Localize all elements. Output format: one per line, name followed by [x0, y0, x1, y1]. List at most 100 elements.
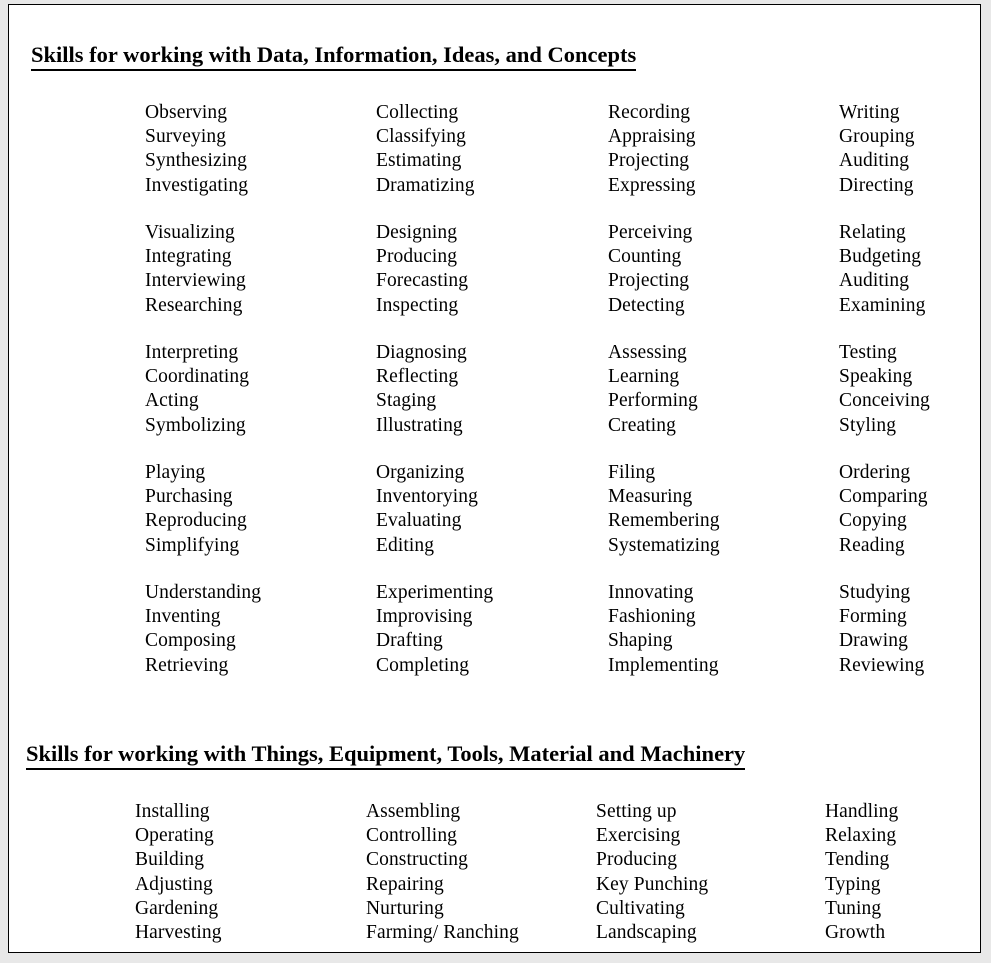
skill-item: Landscaping — [596, 922, 697, 944]
skill-item: Implementing — [608, 654, 719, 676]
skill-item: Expressing — [608, 174, 696, 196]
skill-item: Typing — [825, 873, 881, 895]
skill-item: Inventing — [145, 606, 221, 628]
skill-item: Comparing — [839, 486, 928, 508]
skill-group: Playing Purchasing Reproducing Simplifyi… — [145, 461, 928, 558]
skill-item: Recording — [608, 102, 691, 123]
skill-column: Observing Surveying Synthesizing Investi… — [145, 101, 376, 198]
skill-item: Relating — [839, 222, 906, 243]
skill-item: Coordinating — [145, 366, 250, 388]
skill-item: Auditing — [839, 270, 910, 292]
skill-column: Collecting Classifying Estimating Dramat… — [376, 101, 608, 198]
skill-item: Creating — [608, 414, 676, 436]
skill-item: Dramatizing — [376, 174, 475, 196]
skill-item: Relaxing — [825, 825, 897, 847]
skill-column: Ordering Comparing Copying Reading — [839, 461, 928, 558]
skill-item: Filing — [608, 462, 656, 483]
skill-item: Examining — [839, 294, 926, 316]
skill-item: Assembling — [366, 801, 461, 822]
skill-column: Interpreting Coordinating Acting Symboli… — [145, 341, 376, 438]
skill-column: Innovating Fashioning Shaping Implementi… — [608, 581, 839, 678]
skill-item: Speaking — [839, 366, 913, 388]
skill-column: Testing Speaking Conceiving Styling — [839, 341, 930, 438]
skill-item: Harvesting — [135, 922, 222, 944]
skill-item: Fashioning — [608, 606, 696, 628]
skill-item: Styling — [839, 414, 897, 436]
skill-item: Reading — [839, 534, 905, 556]
skill-column: Experimenting Improvising Drafting Compl… — [376, 581, 608, 678]
skill-item: Purchasing — [145, 486, 233, 508]
skill-item: Projecting — [608, 270, 690, 292]
skill-group: Visualizing Integrating Interviewing Res… — [145, 221, 925, 318]
skill-item: Tending — [825, 849, 890, 871]
skill-item: Learning — [608, 366, 680, 388]
skill-item: Completing — [376, 654, 470, 676]
skill-item: Building — [135, 849, 205, 871]
skill-item: Producing — [596, 849, 678, 871]
skill-item: Assessing — [608, 342, 687, 363]
skill-item: Visualizing — [145, 222, 235, 243]
skill-item: Organizing — [376, 462, 465, 483]
skill-item: Estimating — [376, 150, 462, 172]
skill-item: Exercising — [596, 825, 681, 847]
skill-item: Repairing — [366, 873, 444, 895]
skill-item: Auditing — [839, 150, 910, 172]
document-page: Skills for working with Data, Informatio… — [8, 4, 981, 953]
skill-item: Designing — [376, 222, 458, 243]
skill-item: Acting — [145, 390, 199, 412]
skill-item: Interviewing — [145, 270, 246, 292]
skill-item: Understanding — [145, 582, 262, 603]
skill-item: Forecasting — [376, 270, 469, 292]
skill-item: Performing — [608, 390, 698, 412]
skill-item: Diagnosing — [376, 342, 467, 363]
skill-item: Nurturing — [366, 897, 444, 919]
skill-column: Recording Appraising Projecting Expressi… — [608, 101, 839, 198]
skill-item: Synthesizing — [145, 150, 247, 172]
skill-item: Operating — [135, 825, 214, 847]
skill-item: Conceiving — [839, 390, 930, 412]
skill-item: Controlling — [366, 825, 458, 847]
skill-item: Adjusting — [135, 873, 213, 895]
skill-item: Illustrating — [376, 414, 463, 436]
skill-item: Inventorying — [376, 486, 478, 508]
skill-group: Observing Surveying Synthesizing Investi… — [145, 101, 915, 198]
skill-item: Appraising — [608, 126, 696, 148]
skill-column: Assessing Learning Performing Creating — [608, 341, 839, 438]
skill-item: Classifying — [376, 126, 466, 148]
skill-item: Experimenting — [376, 582, 494, 603]
skill-item: Key Punching — [596, 873, 709, 895]
skill-column: Playing Purchasing Reproducing Simplifyi… — [145, 461, 376, 558]
skill-column: Writing Grouping Auditing Directing — [839, 101, 915, 198]
skill-column: Designing Producing Forecasting Inspecti… — [376, 221, 608, 318]
skill-group: Understanding Inventing Composing Retrie… — [145, 581, 924, 678]
skill-column: Studying Forming Drawing Reviewing — [839, 581, 924, 678]
skill-item: Producing — [376, 246, 458, 268]
section-heading-things: Skills for working with Things, Equipmen… — [26, 741, 746, 770]
skill-column: Organizing Inventorying Evaluating Editi… — [376, 461, 608, 558]
skill-column: Visualizing Integrating Interviewing Res… — [145, 221, 376, 318]
skill-column: Filing Measuring Remembering Systematizi… — [608, 461, 839, 558]
skill-item: Testing — [839, 342, 897, 363]
skill-item: Evaluating — [376, 510, 462, 532]
skill-item: Editing — [376, 534, 435, 556]
skill-item: Drawing — [839, 630, 908, 652]
skill-column: Setting up Exercising Producing Key Punc… — [596, 800, 825, 945]
skill-column: Diagnosing Reflecting Staging Illustrati… — [376, 341, 608, 438]
skill-item: Systematizing — [608, 534, 720, 556]
skill-item: Playing — [145, 462, 206, 483]
skill-group: Interpreting Coordinating Acting Symboli… — [145, 341, 930, 438]
skill-item: Projecting — [608, 150, 690, 172]
skill-item: Detecting — [608, 294, 685, 316]
skill-item: Studying — [839, 582, 911, 603]
skill-column: Assembling Controlling Constructing Repa… — [366, 800, 596, 945]
skill-item: Installing — [135, 801, 210, 822]
skill-item: Observing — [145, 102, 228, 123]
section-heading-things-text: Skills for working with Things, Equipmen… — [26, 741, 746, 770]
skill-item: Reflecting — [376, 366, 459, 388]
skill-group: Installing Operating Building Adjusting … — [135, 800, 898, 945]
skill-item: Integrating — [145, 246, 232, 268]
skill-item: Cultivating — [596, 897, 685, 919]
skill-item: Staging — [376, 390, 437, 412]
skill-item: Improvising — [376, 606, 473, 628]
skill-item: Directing — [839, 174, 914, 196]
